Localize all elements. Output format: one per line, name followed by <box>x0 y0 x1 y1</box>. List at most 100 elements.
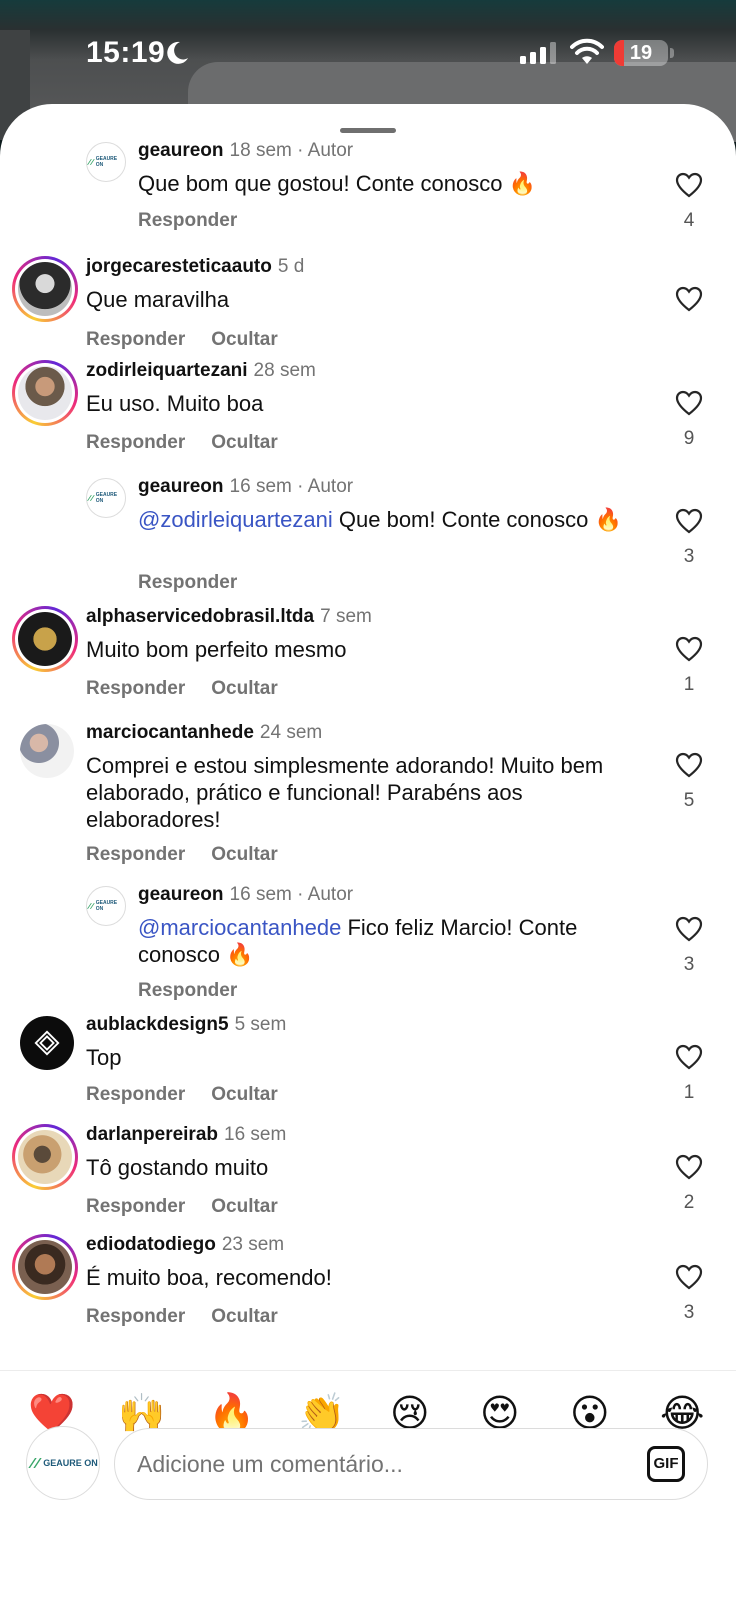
hide-button[interactable]: Ocultar <box>211 1196 278 1217</box>
like-button[interactable]: 1 <box>674 636 704 696</box>
like-button[interactable]: 3 <box>674 508 704 568</box>
heart-icon <box>675 390 703 416</box>
comment-input[interactable]: Adicione um comentário... GIF <box>114 1428 708 1500</box>
hide-button[interactable]: Ocultar <box>211 1084 278 1105</box>
comment-actions: Responder Ocultar <box>86 432 304 454</box>
comment-meta: 7 sem <box>320 606 372 627</box>
avatar[interactable]: GEAURE ON <box>86 142 126 182</box>
gif-button[interactable]: GIF <box>647 1446 685 1482</box>
reply-button[interactable]: Responder <box>86 1196 185 1217</box>
moon-icon <box>167 41 188 64</box>
like-button[interactable]: 2 <box>674 1154 704 1214</box>
like-button[interactable]: 3 <box>674 1264 704 1324</box>
heart-icon <box>675 916 703 942</box>
comment-text: Muito bom perfeito mesmo <box>86 637 347 662</box>
avatar[interactable] <box>20 1016 74 1070</box>
comment-text: Que bom que gostou! Conte conosco 🔥 <box>138 170 678 197</box>
like-button[interactable]: 9 <box>674 390 704 450</box>
aublack-logo-icon <box>34 1030 60 1056</box>
reaction-fire[interactable]: 🔥 <box>208 1393 255 1433</box>
hide-button[interactable]: Ocultar <box>211 432 278 453</box>
comment-actions: Responder Ocultar <box>86 1196 304 1218</box>
like-count: 4 <box>683 210 695 231</box>
comment-username[interactable]: darlanpereirab <box>86 1124 218 1145</box>
comment-username[interactable]: geaureon <box>138 884 224 905</box>
like-count: 3 <box>683 1302 695 1323</box>
avatar[interactable]: GEAURE ON <box>86 886 126 926</box>
quick-reactions-bar: ❤️ 🙌 🔥 👏 😢 😍 😮 😂 <box>0 1370 736 1433</box>
comment-actions: Responder Ocultar <box>86 1084 304 1106</box>
like-button[interactable] <box>674 286 704 312</box>
comment-text-part: Que bom! Conte conosco 🔥 <box>332 507 622 532</box>
reaction-crying[interactable]: 😢 <box>390 1393 430 1433</box>
brand-logo-icon <box>87 159 95 165</box>
comment-text: Eu uso. Muito boa <box>86 391 264 416</box>
reaction-laughing[interactable]: 😂 <box>660 1393 704 1433</box>
reply-button[interactable]: Responder <box>86 844 185 865</box>
comment-username[interactable]: alphaservicedobrasil.ltda <box>86 606 314 627</box>
brand-logo-icon <box>87 495 95 501</box>
comment-text: É muito boa, recomendo! <box>86 1265 332 1290</box>
reaction-raised-hands[interactable]: 🙌 <box>118 1393 165 1433</box>
reply-button[interactable]: Responder <box>86 329 185 350</box>
avatar[interactable]: GEAURE ON <box>86 478 126 518</box>
avatar[interactable] <box>20 724 74 778</box>
composer-avatar-text: GEAURE ON <box>43 1458 98 1468</box>
brand-logo-icon <box>87 903 95 909</box>
reply-button[interactable]: Responder <box>138 210 237 231</box>
reply-button[interactable]: Responder <box>86 432 185 453</box>
avatar[interactable] <box>12 256 78 322</box>
reaction-heart-eyes[interactable]: 😍 <box>480 1393 520 1433</box>
avatar[interactable] <box>12 606 78 672</box>
reply-button[interactable]: Responder <box>138 572 237 593</box>
like-button[interactable]: 4 <box>674 172 704 232</box>
reaction-clap[interactable]: 👏 <box>298 1393 345 1433</box>
avatar[interactable] <box>12 1124 78 1190</box>
brand-text: GEAURE ON <box>95 156 118 168</box>
brand-text: GEAURE ON <box>95 492 118 504</box>
comment-username[interactable]: zodirleiquartezani <box>86 360 248 381</box>
comment-username[interactable]: marciocantanhede <box>86 722 254 743</box>
mention-link[interactable]: @marciocantanhede <box>138 915 341 940</box>
comment-text: @zodirleiquartezani Que bom! Conte conos… <box>138 506 638 533</box>
reply-button[interactable]: Responder <box>138 980 237 1001</box>
comment-header: jorgecaresteticaauto 5 d <box>86 256 304 278</box>
reaction-surprised[interactable]: 😮 <box>570 1393 610 1433</box>
like-button[interactable]: 1 <box>674 1044 704 1104</box>
avatar[interactable] <box>12 1234 78 1300</box>
battery-level: 19 <box>629 42 653 64</box>
comment-header: darlanpereirab 16 sem <box>86 1124 286 1146</box>
hide-button[interactable]: Ocultar <box>211 329 278 350</box>
reply-button[interactable]: Responder <box>86 1306 185 1327</box>
like-button[interactable]: 5 <box>674 752 704 812</box>
comment-text: Top <box>86 1045 122 1070</box>
comment-username[interactable]: aublackdesign5 <box>86 1014 229 1035</box>
comment-username[interactable]: geaureon <box>138 140 224 161</box>
comment-input-placeholder: Adicione um comentário... <box>137 1451 403 1477</box>
comment-actions: Responder Ocultar <box>86 678 304 700</box>
comment-meta: 23 sem <box>221 1234 285 1255</box>
hide-button[interactable]: Ocultar <box>211 678 278 699</box>
composer-avatar: GEAURE ON <box>26 1426 100 1500</box>
hide-button[interactable]: Ocultar <box>211 1306 278 1327</box>
heart-icon <box>675 636 703 662</box>
comment-username[interactable]: ediodatodiego <box>86 1234 216 1255</box>
comment-username[interactable]: jorgecaresteticaauto <box>86 256 272 277</box>
status-bar: 15:19 19 <box>0 0 736 106</box>
comment-actions: Responder <box>138 980 263 1002</box>
hide-button[interactable]: Ocultar <box>211 844 278 865</box>
reply-button[interactable]: Responder <box>86 1084 185 1105</box>
heart-icon <box>675 1044 703 1070</box>
comment-header: alphaservicedobrasil.ltda 7 sem <box>86 606 372 628</box>
reply-button[interactable]: Responder <box>86 678 185 699</box>
comment-meta: 16 sem · Autor <box>229 884 354 905</box>
mention-link[interactable]: @zodirleiquartezani <box>138 507 333 532</box>
like-count: 3 <box>683 546 695 567</box>
sheet-grabber[interactable] <box>340 128 396 133</box>
avatar[interactable] <box>12 360 78 426</box>
comment-username[interactable]: geaureon <box>138 476 224 497</box>
like-count: 3 <box>683 954 695 975</box>
heart-icon <box>675 752 703 778</box>
like-button[interactable]: 3 <box>674 916 704 976</box>
comment-header: marciocantanhede 24 sem <box>86 722 322 744</box>
